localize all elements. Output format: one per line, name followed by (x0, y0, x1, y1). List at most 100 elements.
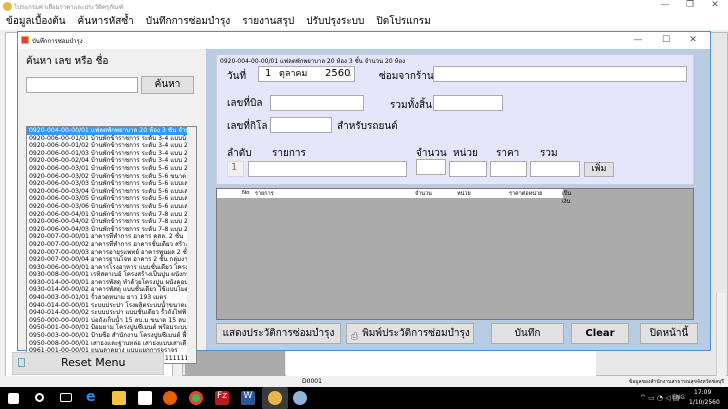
dialog-minimize-button[interactable]: — (628, 35, 648, 45)
active-app-slot[interactable] (262, 387, 288, 409)
asset-list-item[interactable]: 0930-014-00-00/02 อาคารพัสดุ แบบชั้นเดีย… (27, 286, 196, 294)
date-picker[interactable]: 1 ตุลาคม 2560 ⌄ (258, 66, 355, 82)
menu-basic-data[interactable]: ข้อมูลเบื้องต้น (0, 14, 72, 30)
menu-bar: ข้อมูลเบื้องต้น ค้นหารหัสซ้ำ บันทึกการซ่อม… (0, 14, 728, 30)
repair-details-group: 0920-004-00-00/01 แฟลตพักพยาบาล 20 ห้อง … (216, 54, 694, 185)
asset-list-item[interactable]: 0920-007-00-00/03 อาคารอายุรแพทย์ อาคารพ… (27, 249, 196, 257)
total-input[interactable] (433, 95, 503, 111)
asset-list-item[interactable]: 0920-007-00-00/01 อาคารที่ทำการ อาคาร คส… (27, 233, 196, 241)
menu-report[interactable]: รายงานสรุป (236, 14, 300, 30)
print-history-button[interactable]: ⎙ พิมพ์ประวัติการซ่อมบำรุง (346, 323, 474, 344)
windows-start-icon[interactable] (8, 393, 19, 404)
qty-input[interactable] (416, 159, 446, 175)
date-label: วันที่ (227, 71, 247, 82)
save-button[interactable]: บันทึก (491, 323, 564, 344)
grid-col-unit: หน่วย (457, 191, 471, 197)
km-suffix-label: สำหรับรถยนต์ (337, 121, 398, 132)
unit-header: หน่วย (453, 148, 478, 159)
asset-list-item[interactable]: 0920-006-00-03/05 บ้านพักข้าราชการ ระดับ… (27, 195, 196, 203)
asset-list-item[interactable]: 0920-007-00-00/02 อาคารที่ทำการ อาคารชั้… (27, 241, 196, 249)
task-view-icon[interactable] (60, 393, 72, 402)
status-bar: D0001 ข้อมูลของสำนักงานสาธารณสุขจังหวัดช… (0, 376, 728, 387)
sum-input[interactable] (530, 161, 580, 177)
seq-header: ลำดับ (227, 148, 252, 159)
firefox-icon[interactable] (163, 391, 177, 405)
show-history-button[interactable]: แสดงประวัติการซ่อมบำรุง (216, 323, 341, 344)
report-page (286, 351, 596, 377)
bill-label: เลขที่บิล (227, 98, 263, 109)
asset-list-item[interactable]: 0920-006-00-01/02 บ้านพักข้าราชการ ระดับ… (27, 142, 196, 150)
clock-date[interactable]: 1/10/2560 (689, 399, 720, 406)
reset-menu-label: Reset Menu (61, 356, 126, 369)
clock-time[interactable]: 17:09 (694, 389, 711, 396)
menu-update-system[interactable]: ปรับปรุงระบบ (300, 14, 370, 30)
report-gray-area (185, 351, 285, 377)
store-icon[interactable] (138, 391, 152, 405)
app-taskbar-icon (268, 391, 282, 405)
clear-button[interactable]: Clear (571, 323, 629, 344)
file-explorer-icon[interactable] (112, 391, 126, 405)
grid-col-amount: เป็นเงิน (562, 191, 572, 205)
asset-list-item[interactable]: 0950-003-00-00/01 ป้ายชื่อ สำนักงาน โครง… (27, 332, 196, 340)
asset-list-item[interactable]: 0940-014-00-00/02 ระบบประปา แบบชั้นเดียว… (27, 309, 196, 317)
km-label: เลขที่กิโล (227, 121, 268, 132)
asset-list-item[interactable]: 0940-003-00-01/01 รั้วลวดหนาม ยาว 193 เม… (27, 294, 196, 302)
search-icon[interactable] (35, 393, 44, 402)
paint-icon[interactable] (293, 391, 307, 405)
repair-record-dialog: บันทึกการซ่อมบำรุง — ☐ ✕ ค้นหา เลข หรือ … (17, 31, 711, 364)
app-title: โปรแกรมค่าเสื่อมราคาและประวัติครุภัณฑ์ (14, 4, 124, 11)
chevron-down-icon: ⌄ (347, 70, 353, 78)
group-title: 0920-004-00-00/01 แฟลตพักพยาบาล 20 ห้อง … (220, 58, 406, 65)
asset-list-item[interactable]: 0920-006-00-02/04 บ้านพักข้าราชการ ระดับ… (27, 157, 196, 165)
asset-list-item[interactable]: 0930-008-00-00/01 เรทิสตาเบอ์ โครงสร้างเ… (27, 271, 196, 279)
asset-list-item[interactable]: 0920-006-00-03/03 บ้านพักข้าราชการ ระดับ… (27, 180, 196, 188)
asset-list-item[interactable]: 0920-004-00-00/01 แฟลตพักพยาบาล 20 ห้อง … (27, 127, 196, 135)
chrome-icon[interactable] (189, 391, 203, 405)
item-input[interactable] (248, 161, 407, 177)
price-input[interactable] (490, 161, 527, 177)
edge-icon[interactable]: e (86, 389, 100, 405)
maximize-button[interactable]: ❐ (680, 0, 700, 10)
document-icon (18, 358, 25, 367)
dialog-close-button[interactable]: ✕ (683, 35, 703, 45)
unit-input[interactable] (449, 161, 487, 177)
grid-header: No รายการ จำนวน หน่วย ราคาต่อหน่วย เป็นเ… (217, 189, 571, 205)
date-month: ตุลาคม (279, 69, 308, 79)
item-header: รายการ (272, 148, 306, 159)
asset-list-item[interactable]: 0920-006-00-04/02 บ้านพักข้าราชการ ระดับ… (27, 218, 196, 226)
listbox-scrollbar[interactable] (187, 127, 196, 363)
report-scrollbar[interactable] (716, 293, 726, 377)
close-page-button[interactable]: ปิดหน้านี้ (640, 323, 698, 344)
menu-search-duplicate[interactable]: ค้นหารหัสซ้ำ (72, 14, 140, 30)
word-icon[interactable]: W (241, 391, 255, 405)
km-input[interactable] (270, 117, 332, 133)
asset-list-item[interactable]: 0920-006-00-03/06 บ้านพักข้าราชการ ระดับ… (27, 203, 196, 211)
filezilla-icon[interactable]: Fz (215, 391, 229, 405)
repair-items-grid[interactable]: No รายการ จำนวน หน่วย ราคาต่อหน่วย เป็นเ… (216, 188, 694, 320)
bill-input[interactable] (270, 95, 364, 111)
shop-label: ซ่อมจากร้าน (379, 71, 434, 82)
menu-record-repair[interactable]: บันทึกการซ่อมบำรุง (140, 14, 236, 30)
asset-listbox[interactable]: 0920-004-00-00/01 แฟลตพักพยาบาล 20 ห้อง … (26, 126, 197, 364)
menu-exit[interactable]: ปิดโปรแกรม (370, 14, 436, 30)
language-indicator[interactable]: ENG (672, 394, 685, 401)
asset-list-item[interactable]: 0950-008-00-00/01 เสาธงและฐานหล่อ เสาธงแ… (27, 340, 196, 348)
asset-list-item[interactable]: 0950-001-00-00/01 ป้อมยาม โครงปูนซีเมนต์… (27, 324, 196, 332)
reset-menu-button[interactable]: Reset Menu (12, 352, 164, 375)
search-button[interactable]: ค้นหา (141, 76, 194, 94)
print-history-label: พิมพ์ประวัติการซ่อมบำรุง (362, 328, 470, 339)
asset-list-item[interactable]: 0920-006-00-04/01 บ้านพักข้าราชการ ระดับ… (27, 211, 196, 219)
add-button[interactable]: เพิ่ม (584, 162, 614, 177)
grid-col-item: รายการ (255, 191, 274, 197)
asset-list-item[interactable]: 0920-007-00-00/04 อาคารฐานโจท อาคาร 2 ชั… (27, 256, 196, 264)
minimize-button[interactable]: — (655, 0, 675, 10)
close-button[interactable]: ✕ (705, 0, 725, 10)
seq-field: 1 (227, 161, 244, 177)
shop-input[interactable] (433, 66, 687, 82)
grid-col-no: No (242, 190, 250, 196)
asset-list-item[interactable]: 0920-006-00-03/01 บ้านพักข้าราชการ ระดับ… (27, 165, 196, 173)
dialog-maximize-button[interactable]: ☐ (656, 35, 676, 45)
app-icon (3, 2, 12, 11)
search-input[interactable] (26, 77, 138, 93)
grid-col-qty: จำนวน (415, 191, 432, 197)
